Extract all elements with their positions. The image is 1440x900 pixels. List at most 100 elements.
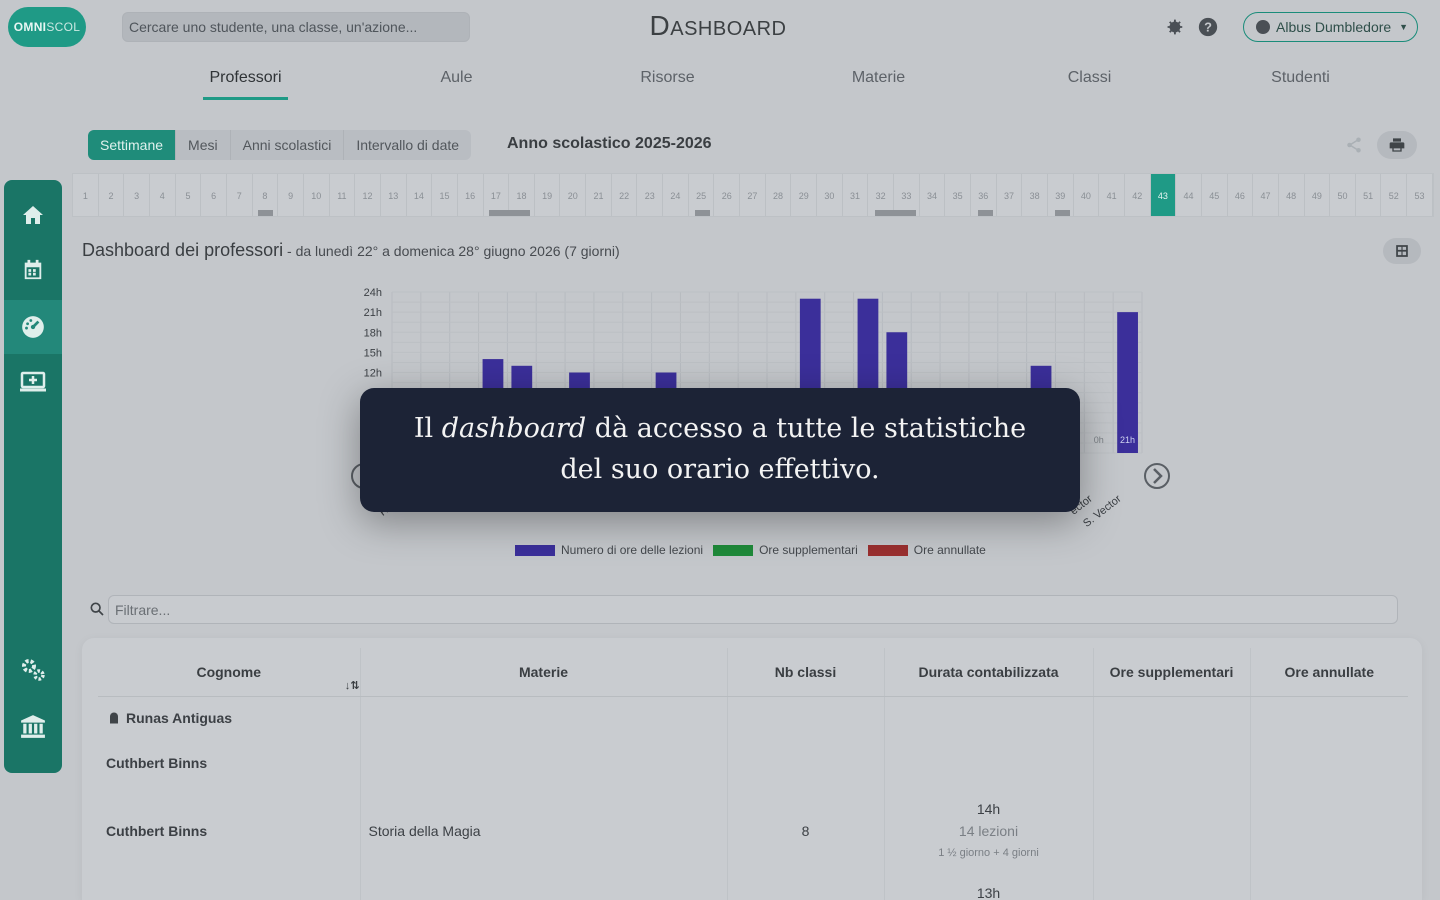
page-title: Dashboard — [649, 10, 787, 41]
week-cell[interactable]: 16 — [458, 174, 484, 216]
week-cell[interactable]: 15 — [432, 174, 458, 216]
week-cell[interactable]: 28 — [766, 174, 792, 216]
sidebar-item-institution[interactable] — [4, 700, 62, 754]
user-name: Albus Dumbledore — [1276, 19, 1392, 35]
week-cell[interactable]: 44 — [1176, 174, 1202, 216]
settings-cog-icon[interactable] — [1163, 16, 1185, 38]
week-cell[interactable]: 50 — [1330, 174, 1356, 216]
period-weeks-button[interactable]: Settimane — [88, 130, 177, 160]
chart-data-label: 21h — [1120, 435, 1135, 445]
week-cell[interactable]: 21 — [586, 174, 612, 216]
chart-next-arrow[interactable] — [1144, 463, 1170, 489]
week-cell[interactable]: 12 — [355, 174, 381, 216]
week-cell[interactable]: 2 — [99, 174, 125, 216]
week-cell[interactable]: 46 — [1228, 174, 1254, 216]
sidebar-item-dashboard[interactable] — [4, 300, 62, 354]
tab-classi[interactable]: Classi — [984, 60, 1195, 102]
tab-professori[interactable]: Professori — [140, 60, 351, 102]
print-button[interactable] — [1377, 131, 1417, 159]
week-cell[interactable]: 49 — [1305, 174, 1331, 216]
sidebar-item-home[interactable] — [4, 188, 62, 242]
global-search-input[interactable] — [122, 12, 470, 42]
chevron-down-icon: ▼ — [1399, 22, 1409, 32]
table-view-button[interactable] — [1383, 238, 1421, 264]
svg-text:?: ? — [1204, 20, 1212, 35]
week-cell[interactable]: 24 — [663, 174, 689, 216]
sidebar-item-settings[interactable] — [4, 643, 62, 697]
tab-materie[interactable]: Materie — [773, 60, 984, 102]
omniscol-logo[interactable]: OMNI SCOL — [8, 7, 86, 47]
week-cell[interactable]: 13 — [381, 174, 407, 216]
week-cell[interactable]: 27 — [740, 174, 766, 216]
table-filter-input[interactable] — [108, 595, 1398, 624]
table-group-row[interactable]: Runas Antiguas — [98, 696, 1408, 740]
week-cell[interactable]: 47 — [1253, 174, 1279, 216]
chart-y-tick-label: 18h — [364, 327, 382, 339]
user-menu-button[interactable]: Albus Dumbledore ▼ — [1243, 12, 1418, 42]
period-school-years-button[interactable]: Anni scolastici — [231, 130, 345, 160]
period-months-button[interactable]: Mesi — [176, 130, 231, 160]
teacher-name: Cuthbert Binns — [98, 786, 361, 876]
week-cell-current[interactable]: 43 — [1150, 174, 1177, 216]
week-cell[interactable]: 29 — [791, 174, 818, 216]
week-cell[interactable]: 10 — [304, 174, 330, 216]
week-cell[interactable]: 3 — [124, 174, 150, 216]
week-cell[interactable]: 30 — [817, 174, 843, 216]
period-date-range-button[interactable]: Intervallo di date — [344, 130, 471, 160]
week-cell[interactable]: 1 — [73, 174, 99, 216]
week-cell[interactable]: 42 — [1125, 174, 1151, 216]
column-header-extra-hours[interactable]: Ore supplementari — [1093, 648, 1251, 697]
period-selector: Settimane Mesi Anni scolastici Intervall… — [88, 130, 472, 160]
week-cell[interactable]: 34 — [920, 174, 946, 216]
week-cell[interactable]: 14 — [407, 174, 433, 216]
tab-studenti[interactable]: Studenti — [1195, 60, 1406, 102]
tab-aule[interactable]: Aule — [351, 60, 562, 102]
sidebar-item-monitor[interactable] — [4, 355, 62, 409]
tab-risorse[interactable]: Risorse — [562, 60, 773, 102]
table-row[interactable]: 13h — [98, 876, 1408, 900]
week-cell[interactable]: 6 — [201, 174, 227, 216]
sort-icon[interactable]: ↓⇅ — [345, 679, 360, 692]
week-cell[interactable]: 52 — [1381, 174, 1408, 216]
week-cell[interactable]: 48 — [1279, 174, 1305, 216]
column-header-cancelled-hours[interactable]: Ore annullate — [1250, 648, 1408, 697]
week-cell[interactable]: 4 — [150, 174, 176, 216]
week-cell[interactable]: 19 — [535, 174, 561, 216]
dashboard-title: Dashboard dei professori — [82, 240, 284, 260]
table-row[interactable]: Cuthbert Binns — [98, 740, 1408, 786]
column-header-subjects[interactable]: Materie — [360, 648, 728, 697]
week-cell[interactable]: 20 — [560, 174, 587, 216]
week-cell[interactable]: 31 — [843, 174, 869, 216]
column-header-duration[interactable]: Durata contabilizzata — [884, 648, 1094, 697]
legend-cancelled-hours[interactable]: Ore annullate — [867, 543, 986, 557]
institution-icon — [21, 715, 45, 738]
week-cell[interactable]: 23 — [637, 174, 664, 216]
week-lesson-marker — [258, 210, 274, 216]
week-cell[interactable]: 35 — [945, 174, 971, 216]
week-cell[interactable]: 11 — [330, 174, 356, 216]
week-cell[interactable]: 5 — [176, 174, 202, 216]
school-year-label: Anno scolastico 2025-2026 — [507, 135, 712, 152]
week-cell[interactable]: 51 — [1356, 174, 1382, 216]
week-cell[interactable]: 53 — [1407, 174, 1433, 216]
week-cell[interactable]: 40 — [1074, 174, 1100, 216]
week-cell[interactable]: 7 — [227, 174, 253, 216]
week-cell[interactable]: 45 — [1202, 174, 1228, 216]
week-cell[interactable]: 9 — [278, 174, 304, 216]
table-row[interactable]: Cuthbert Binns Storia della Magia 8 14h … — [98, 786, 1408, 876]
week-cell[interactable]: 38 — [1022, 174, 1048, 216]
legend-lesson-hours[interactable]: Numero di ore delle lezioni — [515, 543, 703, 557]
column-header-classes[interactable]: Nb classi — [727, 648, 885, 697]
week-cell[interactable]: 22 — [612, 174, 638, 216]
week-cell[interactable]: 37 — [997, 174, 1023, 216]
sidebar-item-calendar[interactable] — [4, 243, 62, 297]
help-icon[interactable]: ? — [1197, 16, 1219, 38]
legend-extra-hours[interactable]: Ore supplementari — [713, 543, 858, 557]
column-header-surname[interactable]: Cognome ↓⇅ — [98, 648, 361, 697]
teachers-table-card: Cognome ↓⇅ Materie Nb classi Durata conta… — [82, 638, 1422, 900]
week-cell[interactable]: 41 — [1099, 174, 1125, 216]
week-cell[interactable]: 26 — [714, 174, 741, 216]
sidebar — [4, 180, 62, 773]
chart-y-tick-label: 21h — [364, 307, 382, 319]
share-icon[interactable] — [1345, 136, 1363, 154]
